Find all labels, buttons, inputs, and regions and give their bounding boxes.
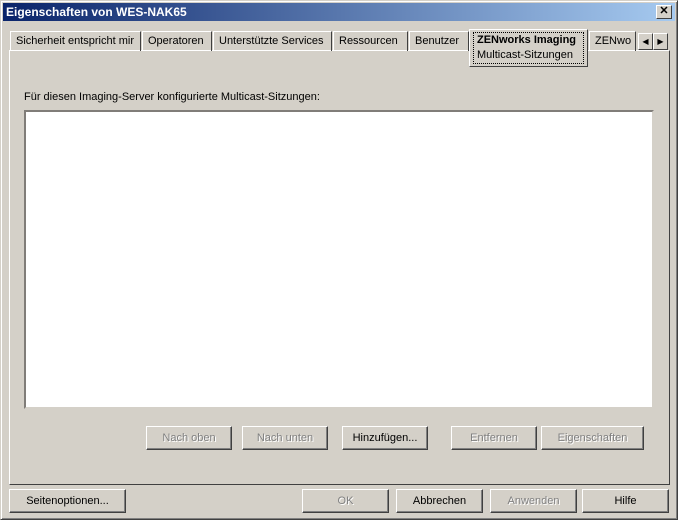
tab-services[interactable]: Unterstützte Services: [213, 31, 332, 51]
properties-button[interactable]: Eigenschaften: [541, 426, 644, 450]
tab-zenworks-imaging[interactable]: ZENworks Imaging Multicast-Sitzungen: [469, 29, 588, 67]
move-down-button[interactable]: Nach unten: [242, 426, 328, 450]
list-label: Für diesen Imaging-Server konfigurierte …: [24, 91, 320, 103]
tab-scroll-right-icon[interactable]: ▶: [653, 33, 668, 50]
tab-label: Sicherheit entspricht mir: [16, 35, 134, 47]
apply-button[interactable]: Anwenden: [490, 489, 577, 513]
title-bar: Eigenschaften von WES-NAK65 ✕: [3, 3, 675, 21]
remove-button[interactable]: Entfernen: [451, 426, 537, 450]
tab-ressourcen[interactable]: Ressourcen: [333, 31, 408, 51]
cancel-button[interactable]: Abbrechen: [396, 489, 483, 513]
multicast-sessions-list[interactable]: [24, 110, 654, 409]
tab-label: ZENwo: [595, 35, 632, 47]
tab-label: Ressourcen: [339, 35, 398, 47]
tab-label: Unterstützte Services: [219, 35, 324, 47]
tab-zenworks-more[interactable]: ZENwo: [589, 31, 636, 51]
tab-label: Operatoren: [148, 35, 204, 47]
tab-label: Benutzer: [415, 35, 460, 47]
add-button[interactable]: Hinzufügen...: [342, 426, 428, 450]
window-title: Eigenschaften von WES-NAK65: [6, 5, 187, 19]
help-button[interactable]: Hilfe: [582, 489, 669, 513]
tab-sicherheit[interactable]: Sicherheit entspricht mir: [10, 31, 141, 51]
tab-operatoren[interactable]: Operatoren: [142, 31, 212, 51]
tab-benutzer[interactable]: Benutzer: [409, 31, 469, 51]
ok-button[interactable]: OK: [302, 489, 389, 513]
move-up-button[interactable]: Nach oben: [146, 426, 232, 450]
page-options-button[interactable]: Seitenoptionen...: [9, 489, 126, 513]
tab-scroll-left-icon[interactable]: ◀: [638, 33, 653, 50]
tab-sublabel: Multicast-Sitzungen: [477, 49, 573, 61]
tab-label: ZENworks Imaging: [477, 34, 577, 46]
close-icon[interactable]: ✕: [656, 5, 672, 19]
